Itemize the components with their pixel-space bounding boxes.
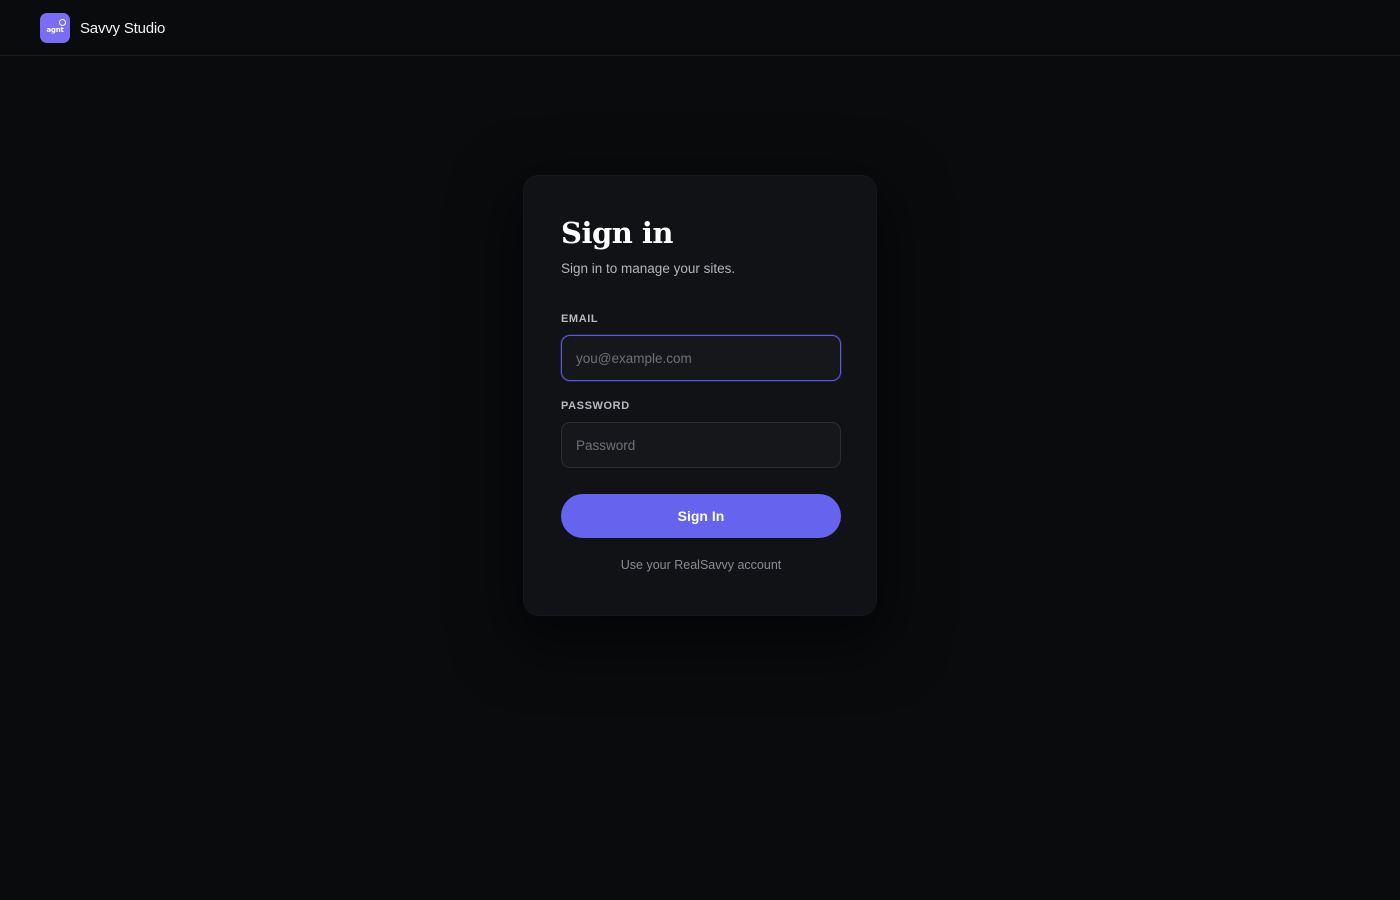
page-subtitle: Sign in to manage your sites.: [561, 261, 736, 276]
account-hint: Use your RealSavvy account: [620, 558, 782, 572]
brand-name: Savvy Studio: [80, 19, 166, 37]
logo-badge-icon: [59, 19, 66, 26]
signin-card: Sign in Sign in to manage your sites. EM…: [523, 175, 877, 616]
agnt-logo-icon: agnt: [40, 13, 70, 43]
brand[interactable]: agnt Savvy Studio: [40, 13, 165, 43]
top-bar: agnt Savvy Studio: [0, 0, 1400, 56]
password-field[interactable]: [561, 422, 841, 468]
logo-text: agnt: [46, 26, 64, 34]
email-field[interactable]: [561, 335, 841, 381]
sign-in-button[interactable]: Sign In: [561, 494, 841, 538]
password-label: PASSWORD: [561, 400, 630, 412]
email-label: EMAIL: [561, 313, 599, 325]
page-title: Sign in: [561, 216, 674, 250]
